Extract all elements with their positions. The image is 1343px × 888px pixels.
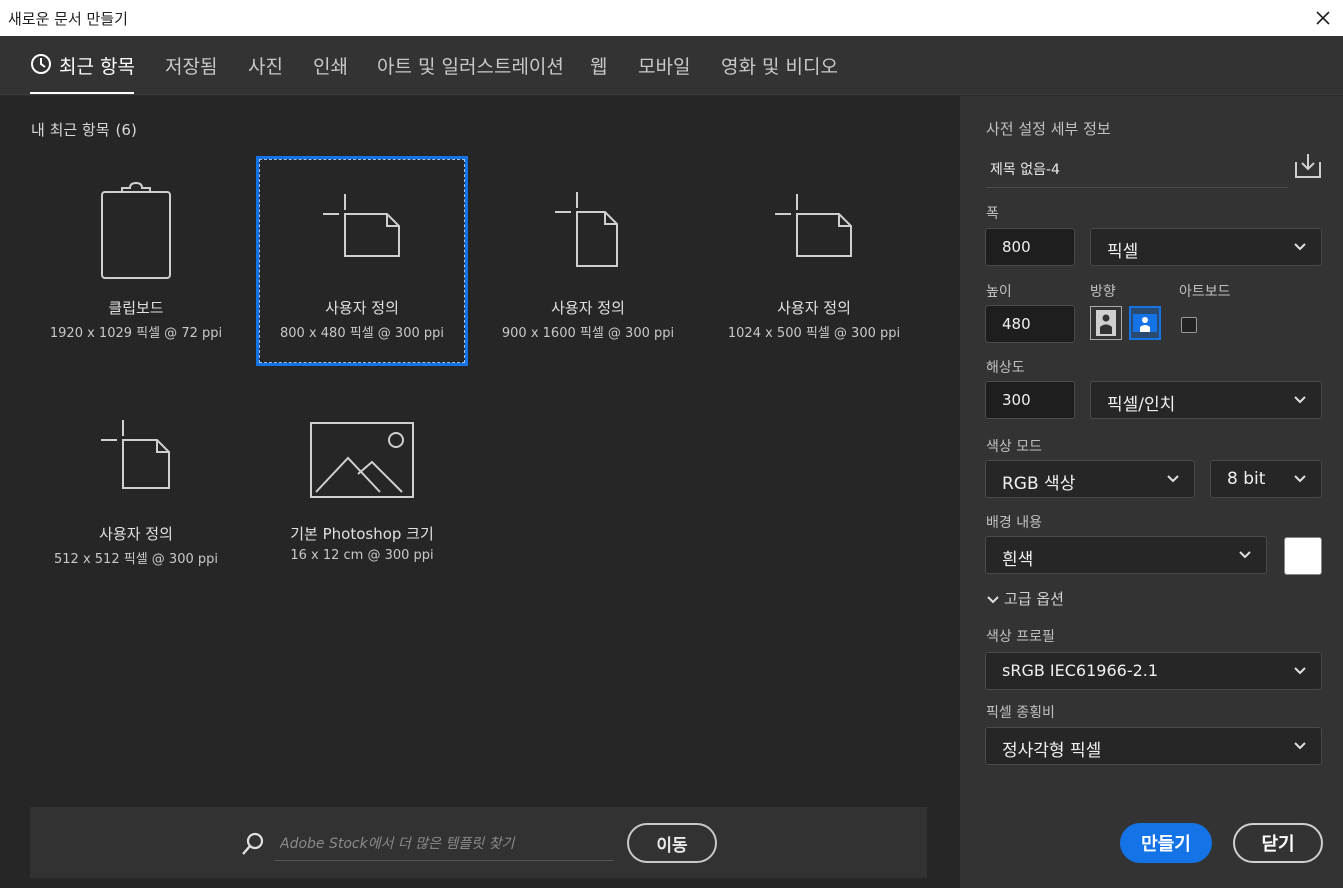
- advanced-options-label: 고급 옵션: [1004, 590, 1064, 608]
- chevron-down-icon: [1294, 742, 1306, 750]
- preset-clipboard[interactable]: 클립보드 1920 x 1029 픽셀 @ 72 ppi: [30, 156, 242, 366]
- color-profile-dropdown[interactable]: sRGB IEC61966-2.1: [985, 652, 1322, 690]
- section-title: 내 최근 항목 (6): [31, 119, 137, 140]
- chevron-down-icon: [1294, 667, 1306, 675]
- bit-depth-dropdown[interactable]: 8 bit: [1210, 460, 1322, 498]
- background-color-swatch[interactable]: [1284, 537, 1322, 575]
- preset-desc: 900 x 1600 픽셀 @ 300 ppi: [501, 326, 675, 341]
- title-bar: 새로운 문서 만들기: [0, 0, 1343, 36]
- chevron-down-icon: [1294, 243, 1306, 251]
- document-name-field[interactable]: 제목 없음-4: [986, 148, 1288, 188]
- width-unit-value: 픽셀: [1107, 242, 1139, 262]
- window-title: 새로운 문서 만들기: [8, 10, 128, 28]
- orientation-landscape-button[interactable]: [1129, 306, 1161, 340]
- portrait-person-icon: [1096, 310, 1116, 336]
- color-mode-label: 색상 모드: [986, 439, 1042, 455]
- pixel-aspect-value: 정사각형 픽셀: [1002, 741, 1102, 761]
- color-profile-value: sRGB IEC61966-2.1: [1002, 661, 1159, 680]
- pixel-aspect-dropdown[interactable]: 정사각형 픽셀: [985, 727, 1322, 765]
- preset-name: 사용자 정의: [777, 299, 851, 317]
- tab-recent[interactable]: 최근 항목: [59, 52, 135, 79]
- preset-custom-portrait[interactable]: 사용자 정의 900 x 1600 픽셀 @ 300 ppi: [482, 156, 694, 366]
- height-label: 높이: [986, 284, 1012, 300]
- preset-desc: 1920 x 1029 픽셀 @ 72 ppi: [49, 326, 223, 341]
- artboard-label: 아트보드: [1179, 284, 1231, 300]
- clock-icon: [31, 54, 51, 74]
- orientation-label: 방향: [1090, 284, 1116, 300]
- custom-doc-landscape-icon: [323, 194, 400, 257]
- preset-name: 클립보드: [108, 299, 164, 317]
- go-button[interactable]: 이동: [627, 823, 717, 863]
- stock-search-bar: 이동: [30, 807, 927, 878]
- tab-web[interactable]: 웹: [590, 52, 607, 79]
- tab-print[interactable]: 인쇄: [313, 52, 348, 79]
- bit-depth-value: 8 bit: [1227, 469, 1266, 489]
- preset-name: 사용자 정의: [325, 299, 399, 317]
- tab-art-illustration[interactable]: 아트 및 일러스트레이션: [377, 52, 564, 79]
- preset-desc: 16 x 12 cm @ 300 ppi: [290, 548, 434, 563]
- preset-custom-selected[interactable]: 사용자 정의 800 x 480 픽셀 @ 300 ppi: [256, 156, 468, 366]
- tab-film-video[interactable]: 영화 및 비디오: [721, 52, 838, 79]
- close-button[interactable]: 닫기: [1233, 823, 1323, 863]
- section-title-text: 내 최근 항목: [31, 121, 110, 139]
- landscape-person-icon: [1133, 314, 1157, 332]
- artboard-checkbox[interactable]: [1181, 317, 1197, 333]
- chevron-down-icon: [1167, 475, 1179, 483]
- save-preset-icon[interactable]: [1293, 152, 1323, 180]
- resolution-unit-value: 픽셀/인치: [1107, 395, 1176, 415]
- orientation-portrait-button[interactable]: [1090, 306, 1122, 340]
- active-tab-indicator: [30, 92, 134, 94]
- tab-saved[interactable]: 저장됨: [165, 52, 217, 79]
- custom-doc-square-icon: [101, 420, 170, 489]
- preset-desc: 1024 x 500 픽셀 @ 300 ppi: [727, 326, 901, 341]
- preset-desc: 512 x 512 픽셀 @ 300 ppi: [54, 552, 218, 567]
- resolution-unit-dropdown[interactable]: 픽셀/인치: [1090, 381, 1322, 419]
- preset-name: 기본 Photoshop 크기: [290, 525, 434, 543]
- color-profile-label: 색상 프로필: [986, 629, 1055, 645]
- preset-name: 사용자 정의: [551, 299, 625, 317]
- width-label: 폭: [986, 206, 999, 222]
- custom-doc-landscape-icon: [775, 194, 852, 257]
- preset-default-photoshop[interactable]: 기본 Photoshop 크기 16 x 12 cm @ 300 ppi: [256, 382, 468, 592]
- category-tabs: 최근 항목 저장됨 사진 인쇄 아트 및 일러스트레이션 웹 모바일 영화 및 …: [0, 36, 1343, 95]
- presets-area: 내 최근 항목 (6) 클립보드 1920 x 1029 픽셀 @ 72 ppi …: [0, 96, 960, 888]
- section-count: (6): [115, 121, 137, 139]
- create-button[interactable]: 만들기: [1120, 823, 1212, 863]
- width-input[interactable]: 800: [985, 228, 1075, 266]
- details-header: 사전 설정 세부 정보: [986, 120, 1111, 138]
- preset-details-panel: 사전 설정 세부 정보 제목 없음-4 폭 800 픽셀 높이 방향 아트보드 …: [960, 96, 1343, 888]
- pixel-aspect-label: 픽셀 종횡비: [986, 705, 1055, 721]
- close-icon[interactable]: [1311, 6, 1335, 30]
- preset-custom-square[interactable]: 사용자 정의 512 x 512 픽셀 @ 300 ppi: [30, 382, 242, 592]
- tab-photo[interactable]: 사진: [248, 52, 283, 79]
- preset-desc: 800 x 480 픽셀 @ 300 ppi: [280, 326, 444, 341]
- tab-mobile[interactable]: 모바일: [638, 52, 690, 79]
- background-label: 배경 내용: [986, 515, 1042, 531]
- advanced-options-toggle[interactable]: 고급 옵션: [986, 588, 1064, 609]
- image-icon: [310, 422, 414, 498]
- width-unit-dropdown[interactable]: 픽셀: [1090, 228, 1322, 266]
- height-input[interactable]: 480: [985, 305, 1075, 343]
- custom-doc-portrait-icon: [555, 192, 618, 267]
- preset-custom-landscape[interactable]: 사용자 정의 1024 x 500 픽셀 @ 300 ppi: [708, 156, 920, 366]
- background-dropdown[interactable]: 흰색: [985, 536, 1267, 574]
- chevron-down-icon: [1294, 396, 1306, 404]
- chevron-down-icon: [987, 595, 999, 603]
- background-value: 흰색: [1002, 550, 1034, 570]
- chevron-down-icon: [1239, 551, 1251, 559]
- chevron-down-icon: [1294, 475, 1306, 483]
- color-mode-dropdown[interactable]: RGB 색상: [985, 460, 1195, 498]
- resolution-label: 해상도: [986, 360, 1025, 376]
- clipboard-icon: [101, 182, 171, 279]
- search-icon: [242, 832, 264, 855]
- color-mode-value: RGB 색상: [1002, 474, 1076, 494]
- preset-name: 사용자 정의: [99, 525, 173, 543]
- resolution-input[interactable]: 300: [985, 381, 1075, 419]
- stock-search-input[interactable]: [274, 827, 614, 861]
